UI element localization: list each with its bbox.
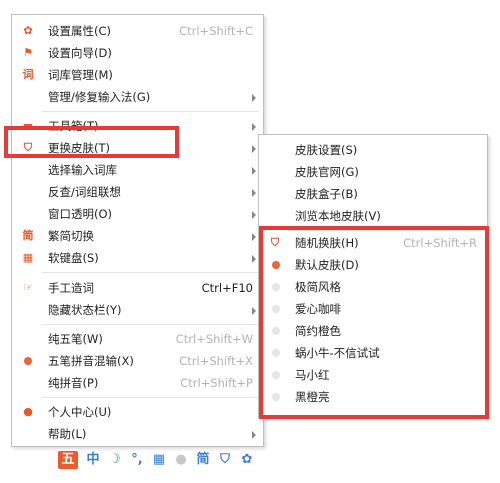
submenu-arrow-icon xyxy=(252,255,256,263)
menu-item-window-transparency[interactable]: 窗口透明(O) xyxy=(12,203,263,225)
menu-item-help[interactable]: 帮助(L) xyxy=(12,423,263,445)
submenu-arrow-icon xyxy=(252,211,256,219)
submenu-arrow-icon xyxy=(252,145,256,153)
submenu-arrow-icon xyxy=(252,431,256,439)
chinese-mode-toggle[interactable]: 中 xyxy=(84,451,102,469)
submenu-arrow-icon xyxy=(252,167,256,175)
gear-icon[interactable]: ✿ xyxy=(238,451,256,469)
highlight-skin-list xyxy=(259,226,489,419)
gear-icon: ✿ xyxy=(23,24,33,37)
menu-item-manual-word[interactable]: ☞ 手工造词 Ctrl+F10 xyxy=(12,277,263,299)
menu-item-setup-wizard[interactable]: ⚑ 设置向导(D) xyxy=(12,42,263,64)
person-icon: ● xyxy=(23,405,33,418)
radio-selected-icon xyxy=(24,357,32,365)
ime-status-bar: 五 中 ☽ °, ▦ ● 简 ⛉ ✿ xyxy=(56,448,262,472)
menu-item-hide-statusbar[interactable]: 隐藏状态栏(Y) xyxy=(12,299,263,321)
skin-box-item[interactable]: 皮肤盒子(B) xyxy=(259,183,487,205)
menu-item-dictionary-manager[interactable]: 词 词库管理(M) xyxy=(12,64,263,86)
menu-item-settings[interactable]: ✿ 设置属性(C) Ctrl+Shift+C xyxy=(12,20,263,42)
skin-settings-item[interactable]: 皮肤设置(S) xyxy=(259,139,487,161)
menu-item-wubi-pinyin-mix[interactable]: 五笔拼音混输(X) Ctrl+Shift+X xyxy=(12,350,263,372)
flag-icon: ⚑ xyxy=(23,46,33,59)
ci-char-icon: 词 xyxy=(22,68,34,81)
skin-website-item[interactable]: 皮肤官网(G) xyxy=(259,161,487,183)
submenu-arrow-icon xyxy=(252,307,256,315)
keyboard-icon[interactable]: ▦ xyxy=(150,451,168,469)
shirt-icon[interactable]: ⛉ xyxy=(216,451,234,469)
main-context-menu: ✿ 设置属性(C) Ctrl+Shift+C ⚑ 设置向导(D) 词 词库管理(… xyxy=(11,14,264,447)
menu-separator xyxy=(42,272,259,273)
menu-item-reverse-lookup[interactable]: 反查/词组联想 xyxy=(12,181,263,203)
moon-icon[interactable]: ☽ xyxy=(106,451,124,469)
ime-logo-icon[interactable]: 五 xyxy=(58,451,78,469)
menu-separator xyxy=(42,397,259,398)
punctuation-icon[interactable]: °, xyxy=(128,451,146,469)
menu-item-select-dictionary[interactable]: 选择输入词库 xyxy=(12,159,263,181)
hand-icon: ☞ xyxy=(23,281,33,294)
menu-item-repair-ime[interactable]: 管理/修复输入法(G) xyxy=(12,86,263,108)
submenu-arrow-icon xyxy=(252,189,256,197)
submenu-arrow-icon xyxy=(252,94,256,102)
browse-local-skin-item[interactable]: 浏览本地皮肤(V) xyxy=(259,205,487,227)
highlight-change-skin xyxy=(4,126,179,158)
menu-item-pure-pinyin[interactable]: 纯拼音(P) Ctrl+Shift+P xyxy=(12,372,263,394)
menu-item-personal-center[interactable]: ● 个人中心(U) xyxy=(12,401,263,423)
submenu-arrow-icon xyxy=(252,123,256,131)
menu-item-soft-keyboard[interactable]: ▦ 软键盘(S) xyxy=(12,247,263,269)
person-icon[interactable]: ● xyxy=(172,451,190,469)
jian-toggle[interactable]: 简 xyxy=(194,451,212,469)
submenu-arrow-icon xyxy=(252,233,256,241)
keyboard-icon: ▦ xyxy=(22,251,34,264)
jian-char-icon: 简 xyxy=(22,229,34,242)
menu-separator xyxy=(42,111,259,112)
menu-item-traditional-simplified[interactable]: 简 繁简切换 xyxy=(12,225,263,247)
menu-item-pure-wubi[interactable]: 纯五笔(W) Ctrl+Shift+W xyxy=(12,328,263,350)
menu-separator xyxy=(42,324,259,325)
